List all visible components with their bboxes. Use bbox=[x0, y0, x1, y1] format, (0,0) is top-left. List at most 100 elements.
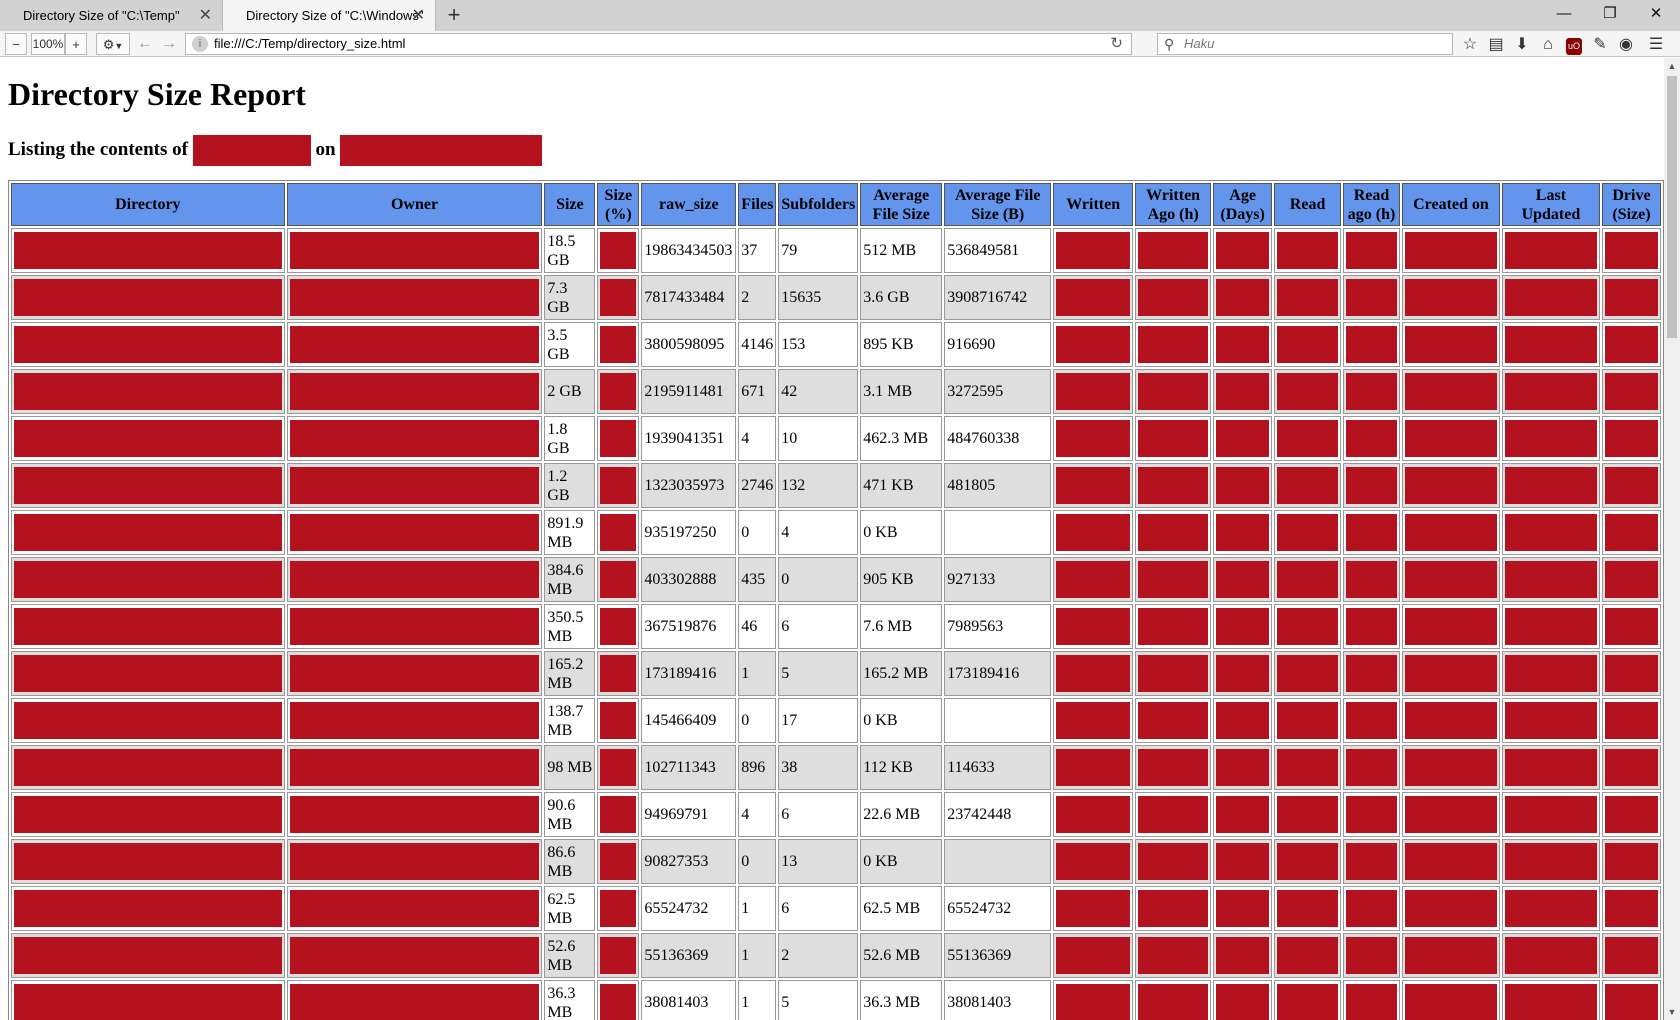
scroll-down-icon[interactable]: ▼ bbox=[1664, 1004, 1680, 1020]
column-header[interactable]: Owner bbox=[286, 183, 543, 226]
cell-read bbox=[1274, 839, 1342, 884]
cell-drive-size bbox=[1601, 839, 1661, 884]
column-header[interactable]: Read bbox=[1274, 183, 1342, 226]
vertical-scrollbar[interactable]: ▲ ▼ bbox=[1664, 58, 1680, 1020]
cell-read bbox=[1274, 604, 1342, 649]
redaction-block bbox=[1138, 984, 1209, 1020]
reading-list-icon[interactable]: ▤ bbox=[1485, 34, 1507, 56]
redaction-block bbox=[1504, 984, 1597, 1020]
cell-directory bbox=[11, 369, 285, 414]
zoom-level[interactable]: 100% bbox=[31, 33, 65, 55]
cell-read bbox=[1274, 933, 1342, 978]
redaction-block bbox=[1504, 702, 1597, 739]
cell-avg: 165.2 MB bbox=[860, 651, 943, 696]
redaction-block bbox=[289, 937, 540, 974]
url-bar[interactable]: i file:///C:/Temp/directory_size.html ↻ bbox=[185, 33, 1132, 55]
cell-files: 1 bbox=[738, 651, 777, 696]
cell-read-ago bbox=[1343, 463, 1401, 508]
cell-last-updated bbox=[1501, 604, 1600, 649]
redaction-block bbox=[1405, 467, 1497, 504]
column-header[interactable]: Written bbox=[1053, 183, 1134, 226]
column-header[interactable]: Size bbox=[544, 183, 596, 226]
column-header[interactable]: Age (Days) bbox=[1213, 183, 1273, 226]
cell-raw-size: 935197250 bbox=[641, 510, 737, 555]
column-header[interactable]: Read ago (h) bbox=[1343, 183, 1401, 226]
redaction-block bbox=[1346, 373, 1398, 410]
cell-age-days bbox=[1213, 980, 1273, 1020]
privacy-icon[interactable]: ◉ bbox=[1615, 34, 1637, 56]
column-header[interactable]: Directory bbox=[11, 183, 285, 226]
cell-written bbox=[1053, 557, 1134, 602]
redaction-block bbox=[1277, 702, 1339, 739]
zoom-out-button[interactable]: − bbox=[5, 33, 27, 55]
menu-icon[interactable]: ☰ bbox=[1645, 34, 1667, 56]
cell-written-ago bbox=[1135, 886, 1212, 931]
zoom-in-button[interactable]: + bbox=[65, 33, 87, 55]
cell-directory bbox=[11, 980, 285, 1020]
cell-avg-b bbox=[944, 510, 1052, 555]
cell-raw-size: 65524732 bbox=[641, 886, 737, 931]
cell-size: 86.6 MB bbox=[544, 839, 596, 884]
close-tab-icon[interactable]: ✕ bbox=[199, 0, 212, 31]
tools-dropdown-button[interactable]: ⚙▼ bbox=[96, 33, 130, 55]
wrench-icon: ⚙ bbox=[102, 37, 115, 52]
redaction-block bbox=[1277, 655, 1339, 692]
cell-size: 7.3 GB bbox=[544, 275, 596, 320]
cell-age-days bbox=[1213, 322, 1273, 367]
close-tab-icon[interactable]: ✕ bbox=[412, 0, 425, 31]
redaction-block bbox=[1056, 843, 1131, 880]
table-body: 18.5 GB 19863434503 37 79 512 MB 536849581 7.3… bbox=[11, 228, 1661, 1020]
cell-owner bbox=[286, 557, 543, 602]
tab-temp[interactable]: Directory Size of "C:\Temp" ✕ bbox=[0, 0, 222, 31]
site-info-icon[interactable]: i bbox=[192, 36, 208, 52]
restore-button[interactable]: ❐ bbox=[1587, 0, 1633, 28]
cell-size: 138.7 MB bbox=[544, 698, 596, 743]
cell-size-percent bbox=[597, 463, 640, 508]
close-window-button[interactable]: ✕ bbox=[1633, 0, 1679, 28]
scroll-up-icon[interactable]: ▲ bbox=[1664, 58, 1680, 74]
cell-written-ago bbox=[1135, 416, 1212, 461]
cell-written bbox=[1053, 604, 1134, 649]
cell-written bbox=[1053, 980, 1134, 1020]
cell-age-days bbox=[1213, 228, 1273, 273]
cell-read bbox=[1274, 510, 1342, 555]
cell-avg: 7.6 MB bbox=[860, 604, 943, 649]
column-header[interactable]: Written Ago (h) bbox=[1135, 183, 1212, 226]
redaction-block bbox=[1604, 608, 1658, 645]
column-header[interactable]: Average File Size (B) bbox=[944, 183, 1052, 226]
column-header[interactable]: Subfolders bbox=[778, 183, 859, 226]
column-header[interactable]: raw_size bbox=[641, 183, 737, 226]
forward-button[interactable]: → bbox=[158, 33, 180, 55]
cell-avg: 3.1 MB bbox=[860, 369, 943, 414]
back-button[interactable]: ← bbox=[134, 33, 156, 55]
tab-windows[interactable]: Directory Size of "C:\Windows" ✕ bbox=[222, 0, 436, 31]
column-header[interactable]: Last Updated bbox=[1501, 183, 1600, 226]
redaction-block bbox=[1277, 890, 1339, 927]
cell-owner bbox=[286, 933, 543, 978]
cell-drive-size bbox=[1601, 275, 1661, 320]
column-header[interactable]: Average File Size bbox=[860, 183, 943, 226]
home-icon[interactable]: ⌂ bbox=[1537, 34, 1559, 56]
redaction-block bbox=[1405, 984, 1497, 1020]
redaction-block bbox=[600, 232, 637, 269]
reload-icon[interactable]: ↻ bbox=[1110, 34, 1123, 54]
minimize-button[interactable]: — bbox=[1541, 0, 1587, 28]
new-tab-button[interactable]: + bbox=[442, 0, 466, 31]
redaction-block bbox=[1056, 420, 1131, 457]
column-header[interactable]: Files bbox=[738, 183, 777, 226]
column-header[interactable]: Drive (Size) bbox=[1601, 183, 1661, 226]
column-header[interactable]: Size (%) bbox=[597, 183, 640, 226]
header-row: Directory Owner Size Size (%) raw_size F… bbox=[11, 183, 1661, 226]
cell-avg: 62.5 MB bbox=[860, 886, 943, 931]
column-header[interactable]: Created on bbox=[1402, 183, 1500, 226]
extension-icon[interactable]: ✎ bbox=[1589, 34, 1611, 56]
redaction-block bbox=[1056, 702, 1131, 739]
scrollbar-thumb[interactable] bbox=[1667, 76, 1677, 338]
ublock-icon[interactable]: uO bbox=[1563, 34, 1585, 56]
bookmark-star-icon[interactable]: ☆ bbox=[1459, 34, 1481, 56]
url-text: file:///C:/Temp/directory_size.html bbox=[214, 36, 406, 51]
cell-raw-size: 403302888 bbox=[641, 557, 737, 602]
search-input[interactable]: ⚲ Haku bbox=[1157, 33, 1453, 55]
download-icon[interactable]: ⬇ bbox=[1511, 34, 1533, 56]
cell-last-updated bbox=[1501, 886, 1600, 931]
